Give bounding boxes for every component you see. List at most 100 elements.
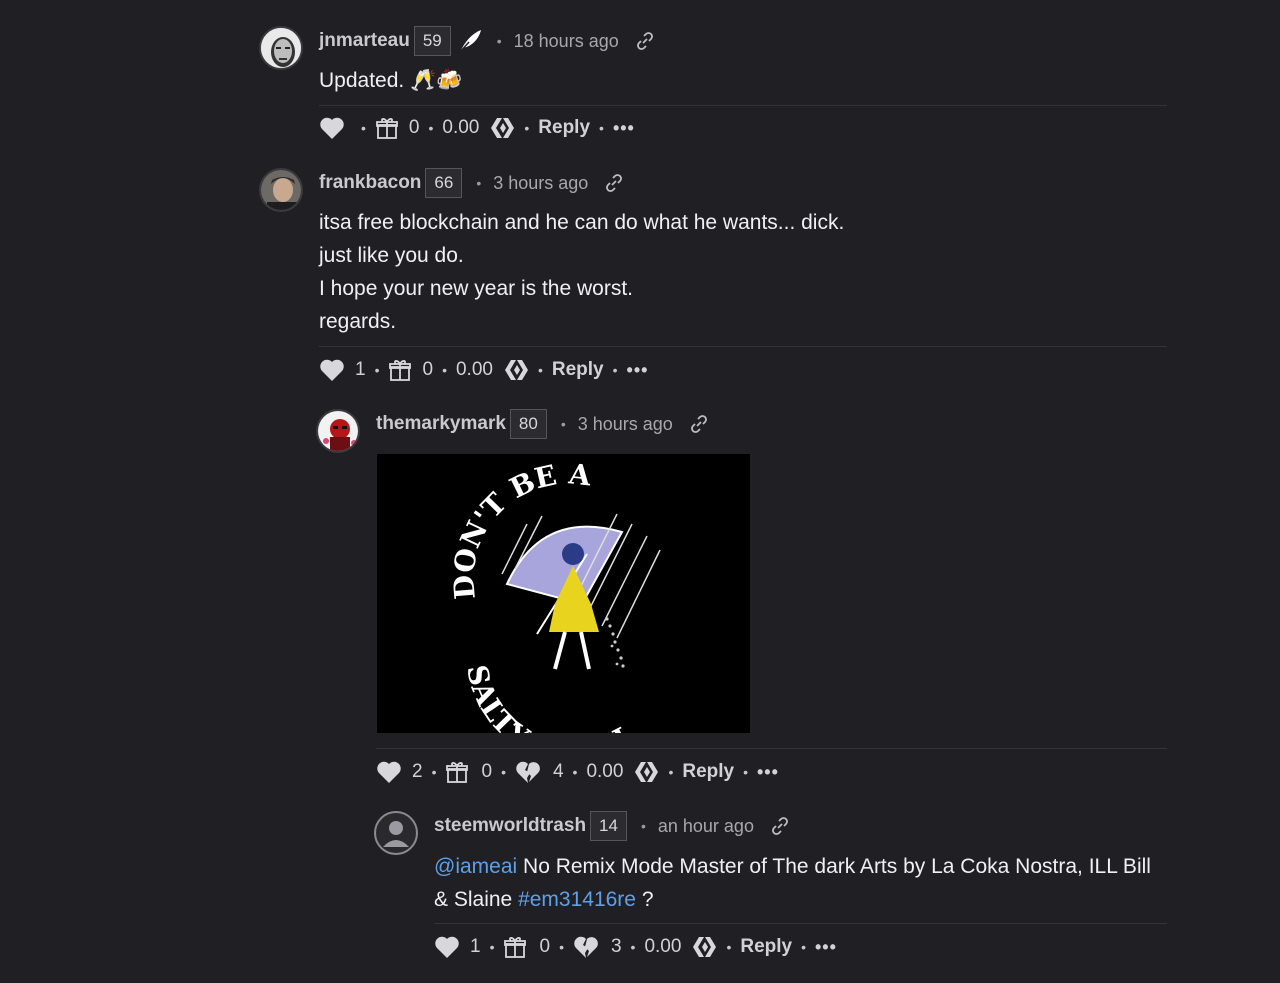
user-mention-link[interactable]: @iameai <box>434 855 517 878</box>
comment-header: themarkymark 80 • 3 hours ago <box>376 408 709 440</box>
divider <box>319 346 1167 347</box>
heart-icon[interactable] <box>319 358 345 382</box>
timestamp[interactable]: 3 hours ago <box>493 173 588 194</box>
comment-text-line: regards. <box>319 310 397 333</box>
comment-body: Updated. 🥂🍻 <box>319 64 462 97</box>
separator: • <box>428 120 434 136</box>
gift-count: 0 <box>481 761 493 782</box>
comment-text-line: @iameai No Remix Mode Master of The dark… <box>434 850 1174 883</box>
hive-icon <box>503 359 529 381</box>
comment-text-line: I hope your new year is the worst. <box>319 277 633 300</box>
comment-text: & Slaine <box>434 888 519 911</box>
gift-icon[interactable] <box>388 358 412 382</box>
gift-icon[interactable] <box>503 935 527 959</box>
author-name[interactable]: steemworldtrash <box>434 815 586 837</box>
separator: • <box>431 764 437 780</box>
comment-text-line: itsa free blockchain and he can do what … <box>319 211 845 234</box>
link-icon[interactable] <box>770 816 790 836</box>
comment-image[interactable]: DON'T BE A SALTY BITCH <box>377 454 750 733</box>
comment-text-line: just like you do. <box>319 244 464 267</box>
reply-button[interactable]: Reply <box>740 936 792 958</box>
link-icon[interactable] <box>604 173 624 193</box>
comment-header: steemworldtrash 14 • an hour ago <box>434 810 790 842</box>
comment-body: itsa free blockchain and he can do what … <box>319 206 844 338</box>
heart-icon[interactable] <box>376 760 402 784</box>
avatar[interactable] <box>316 409 360 453</box>
comment-body: @iameai No Remix Mode Master of The dark… <box>434 850 1174 916</box>
reputation-badge: 14 <box>590 811 627 841</box>
more-icon[interactable]: ••• <box>757 762 779 783</box>
avatar[interactable] <box>259 168 303 212</box>
author-name[interactable]: frankbacon <box>319 172 421 194</box>
separator: • <box>630 939 636 955</box>
comment-text: Updated. 🥂🍻 <box>319 69 463 92</box>
timestamp[interactable]: 3 hours ago <box>578 414 673 435</box>
timestamp[interactable]: 18 hours ago <box>514 31 619 52</box>
payout[interactable]: 0.00 <box>442 117 479 139</box>
heart-icon[interactable] <box>319 116 345 140</box>
separator: • <box>599 120 604 136</box>
reply-button[interactable]: Reply <box>682 761 734 783</box>
reputation-badge: 59 <box>413 26 451 56</box>
more-icon[interactable]: ••• <box>627 360 649 381</box>
comment-header: jnmarteau 59 • 18 hours ago <box>319 25 655 57</box>
reply-button[interactable]: Reply <box>552 359 604 381</box>
separator: • <box>572 764 578 780</box>
heart-icon[interactable] <box>434 935 460 959</box>
separator: • <box>726 939 732 955</box>
gift-count: 0 <box>408 117 420 138</box>
avatar[interactable] <box>259 26 303 70</box>
author-name[interactable]: themarkymark <box>376 413 506 435</box>
link-icon[interactable] <box>635 31 655 51</box>
reply-button[interactable]: Reply <box>538 117 590 139</box>
payout[interactable]: 0.00 <box>644 936 681 958</box>
comment-text: No Remix Mode Master of The dark Arts by… <box>517 855 1151 878</box>
hashtag-link[interactable]: #em31416re <box>518 888 636 911</box>
comment-actions: 1 • 0 • 3 • 0.00 • Reply • ••• <box>434 931 837 963</box>
more-icon[interactable]: ••• <box>613 118 635 139</box>
separator: • <box>442 362 447 378</box>
hive-icon <box>691 936 717 958</box>
quill-icon <box>457 28 483 54</box>
payout[interactable]: 0.00 <box>586 761 623 783</box>
vote-count[interactable]: 1 <box>355 359 366 381</box>
gift-icon[interactable] <box>445 760 469 784</box>
timestamp[interactable]: an hour ago <box>658 816 754 837</box>
author-name[interactable]: jnmarteau <box>319 30 410 52</box>
comment-actions: • 0 • 0.00 • Reply • ••• <box>319 112 635 144</box>
vote-count[interactable]: 2 <box>412 761 423 783</box>
gift-count: 0 <box>422 359 434 380</box>
avatar[interactable] <box>374 811 418 855</box>
vote-count[interactable]: 1 <box>470 936 481 958</box>
link-icon[interactable] <box>689 414 709 434</box>
broken-heart-icon[interactable] <box>573 935 599 959</box>
comment-actions: 1 • 0 • 0.00 • Reply • ••• <box>319 354 648 386</box>
gift-icon[interactable] <box>375 116 399 140</box>
comment-text-line: & Slaine #em31416re ? <box>434 883 1174 916</box>
more-icon[interactable]: ••• <box>815 937 837 958</box>
payout[interactable]: 0.00 <box>456 359 493 381</box>
separator: • <box>476 175 482 191</box>
broken-heart-icon[interactable] <box>515 760 541 784</box>
separator: • <box>496 33 502 49</box>
comment-text: ? <box>635 888 654 911</box>
separator: • <box>489 939 495 955</box>
reputation-badge: 80 <box>509 409 547 439</box>
separator: • <box>743 764 748 780</box>
separator: • <box>640 818 646 834</box>
downvote-count[interactable]: 3 <box>611 936 622 958</box>
gift-count: 0 <box>539 936 551 957</box>
separator: • <box>668 764 674 780</box>
separator: • <box>537 362 543 378</box>
separator: • <box>612 362 618 378</box>
divider <box>434 923 1167 924</box>
hive-icon <box>633 761 659 783</box>
separator: • <box>524 120 530 136</box>
downvote-count[interactable]: 4 <box>553 761 564 783</box>
separator: • <box>361 120 366 136</box>
divider <box>319 105 1167 106</box>
hive-icon <box>489 117 515 139</box>
separator: • <box>559 939 564 955</box>
separator: • <box>374 362 380 378</box>
separator: • <box>501 764 506 780</box>
